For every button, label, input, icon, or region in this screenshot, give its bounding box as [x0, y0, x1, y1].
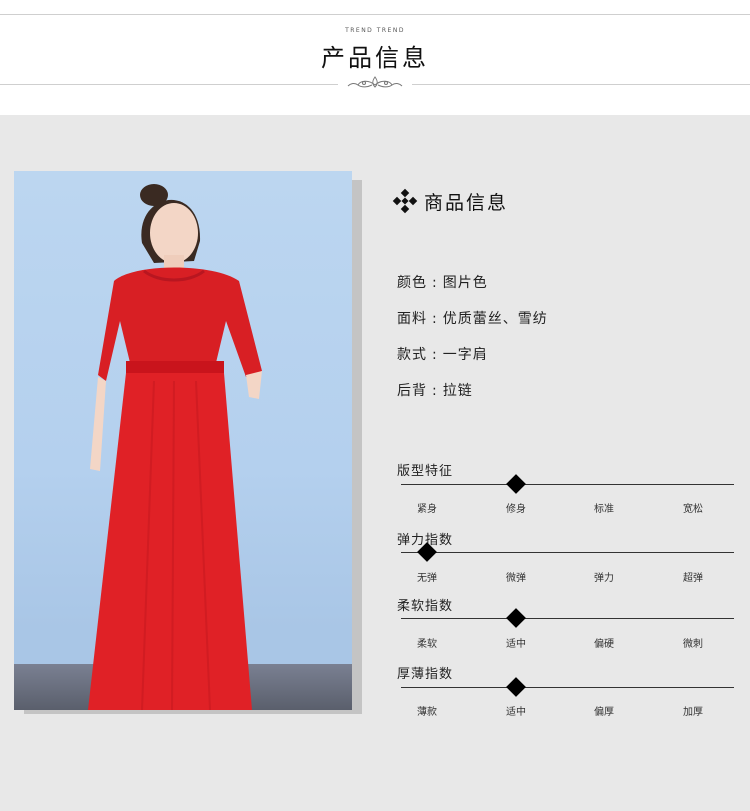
spec-value: 图片色: [442, 275, 488, 291]
header-trend-text: TREND TREND: [345, 27, 405, 34]
spec-key: 面料: [397, 311, 427, 327]
scale-option: 标准: [594, 504, 614, 515]
scale-option: 适中: [506, 707, 526, 718]
section-heading: 商品信息: [392, 187, 508, 215]
spec-separator: :: [432, 347, 438, 363]
header-rule-left: [0, 84, 338, 85]
scale-line: [401, 484, 734, 485]
scale-option: 修身: [506, 504, 526, 515]
scale-marker: [506, 608, 526, 628]
scale-option: 超弹: [683, 573, 703, 584]
scale-option: 宽松: [683, 504, 703, 515]
scale-title: 柔软指数: [397, 599, 454, 614]
scale-option: 薄款: [417, 707, 437, 718]
section-label: 商品信息: [424, 191, 509, 214]
spec-row-style: 款式: 一字肩: [397, 344, 488, 364]
scale-softness: 柔软指数 柔软 适中 偏硬 微刺: [397, 595, 734, 655]
spec-separator: :: [432, 275, 438, 291]
scale-option: 柔软: [417, 639, 437, 650]
page-header: TREND TREND 产品信息: [0, 0, 750, 115]
spec-row-back: 后背: 拉链: [397, 380, 473, 400]
spec-value: 拉链: [442, 383, 473, 399]
spec-value: 一字肩: [442, 347, 488, 363]
scale-line: [401, 687, 734, 688]
scale-option: 微刺: [683, 639, 703, 650]
scale-title: 厚薄指数: [397, 667, 454, 682]
scale-option: 适中: [506, 639, 526, 650]
scale-option: 弹力: [594, 573, 614, 584]
spec-value: 优质蕾丝、雪纺: [442, 311, 548, 327]
scale-option: 偏硬: [594, 639, 614, 650]
scale-option: 偏厚: [594, 707, 614, 718]
scale-option: 微弹: [506, 573, 526, 584]
spec-row-color: 颜色: 图片色: [397, 272, 488, 292]
scale-thickness: 厚薄指数 薄款 适中 偏厚 加厚: [397, 663, 734, 723]
page-title: 产品信息: [321, 44, 429, 72]
spec-key: 款式: [397, 347, 427, 363]
scale-marker: [506, 474, 526, 494]
scale-fit: 版型特征 紧身 修身 标准 宽松: [397, 460, 734, 520]
spec-separator: :: [432, 311, 438, 327]
scale-marker: [506, 677, 526, 697]
diamond-cluster-icon: [392, 188, 418, 214]
spec-separator: :: [432, 383, 438, 399]
model-figure-illustration: [88, 184, 262, 710]
scale-option: 加厚: [683, 707, 703, 718]
header-rule-right: [412, 84, 750, 85]
scale-option: 紧身: [417, 504, 437, 515]
spec-key: 颜色: [397, 275, 427, 291]
spec-key: 后背: [397, 383, 427, 399]
scale-title: 版型特征: [397, 464, 454, 479]
scale-elasticity: 弹力指数 无弹 微弹 弹力 超弹: [397, 529, 734, 589]
product-photo: [14, 171, 352, 710]
ornament-icon: [347, 76, 403, 88]
scale-line: [401, 552, 734, 553]
scale-option: 无弹: [417, 573, 437, 584]
header-top-rule: [0, 14, 750, 15]
scale-line: [401, 618, 734, 619]
spec-row-fabric: 面料: 优质蕾丝、雪纺: [397, 308, 548, 328]
